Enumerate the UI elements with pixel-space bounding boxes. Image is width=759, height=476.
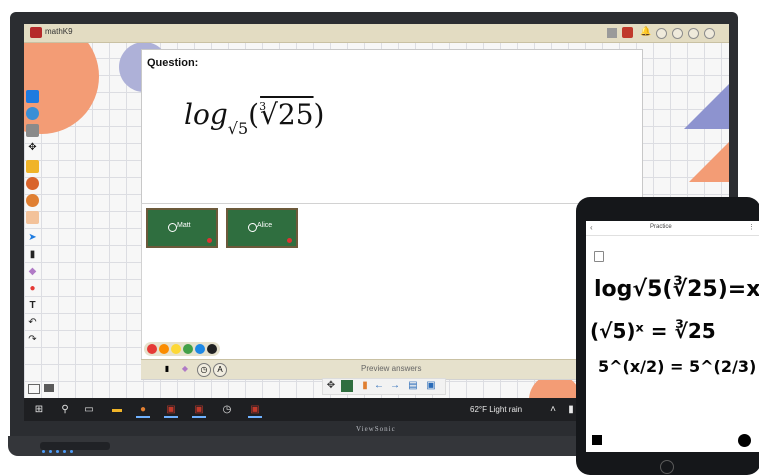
student-name: Matt [177,222,191,229]
start-icon[interactable]: ⊞ [32,403,46,416]
status-dot [287,238,292,243]
search-icon[interactable]: ⚲ [58,403,72,416]
close-icon[interactable] [704,28,715,39]
preview-answers-label[interactable]: Preview answers [361,364,421,373]
weather-status[interactable]: 62°F Light rain [470,405,522,414]
app-window-icon[interactable]: ▣ [164,403,178,418]
chevron-up-icon[interactable]: ˄ [546,403,560,416]
minimize-icon[interactable] [672,28,683,39]
next-arrow-icon[interactable]: → [389,380,401,392]
tablet-home-button[interactable] [660,460,674,474]
color-swatch-orange[interactable] [159,344,169,354]
formula-base: √5 [227,119,249,138]
question-card: Question: log√5(3√25) [141,49,643,205]
pen-icon[interactable]: ▮ [161,363,173,375]
prev-arrow-icon[interactable]: ← [373,380,385,392]
minimize-panel-icon[interactable] [44,384,54,392]
export-icon[interactable]: ▣ [425,380,437,392]
answer-icon[interactable]: A [213,363,227,377]
page-icon[interactable]: ▮ [359,380,371,392]
app-titlebar: mathK9 🔔 [24,24,729,43]
account-icon[interactable] [26,107,39,120]
formula-radical: √25 [260,98,314,131]
handwriting-line-3: 5^(x/2) = 5^(2/3) [598,357,757,376]
text-icon[interactable]: T [26,299,39,312]
slides-icon[interactable]: ▤ [407,380,419,392]
back-icon[interactable]: ‹ [590,223,593,232]
color-swatch-black[interactable] [592,435,602,445]
share-icon[interactable] [622,27,633,38]
tablet-title: Practice [650,224,672,230]
task-view-icon[interactable]: ▭ [82,403,96,416]
bell-icon[interactable]: 🔔 [640,26,651,37]
monitor-brand: ViewSonic [356,425,396,433]
document-icon[interactable] [594,251,604,262]
windows-icon[interactable] [26,90,39,103]
grid-icon[interactable] [607,28,617,38]
shapes-icon[interactable]: ● [26,282,39,295]
restore-icon[interactable] [688,28,699,39]
file-explorer-icon[interactable]: ▬ [110,403,124,416]
keyboard-icon[interactable] [28,384,40,394]
formula-close-paren: ) [313,98,325,131]
status-dot [207,238,212,243]
tablet-header: ‹ Practice ⋮ [586,221,759,236]
options-icon[interactable]: ⋮ [748,223,755,231]
chrome-icon[interactable]: ● [136,403,150,418]
student-name: Alice [257,222,273,229]
app-title: mathK9 [45,27,73,36]
navigation-strip: ✥ ▮ ← → ▤ ▣ [322,378,446,395]
redo-icon[interactable]: ↷ [26,333,39,346]
color-swatch-black[interactable] [207,344,217,354]
pointer-icon[interactable]: ➤ [26,231,39,244]
eraser-icon[interactable]: ◆ [26,265,39,278]
app-logo-icon [30,27,42,38]
color-palette [144,342,220,356]
handwriting-line-2: (√5)ˣ = ∛25 [590,319,716,343]
decor-purple-triangle [684,84,729,129]
student-card-alice[interactable]: Alice [226,208,298,248]
undo-icon[interactable]: ↶ [26,316,39,329]
move-icon[interactable]: ✥ [325,380,337,392]
decor-orange-triangle [689,142,729,182]
pen-button[interactable] [738,434,751,447]
screen-icon[interactable] [26,124,39,137]
formula-open-paren: ( [248,98,260,131]
marker-icon[interactable]: ▮ [26,248,39,261]
timer-icon[interactable]: ◷ [197,363,211,377]
color-swatch-red[interactable] [147,344,157,354]
question-formula: log√5(3√25) [184,98,324,138]
color-swatch-yellow[interactable] [171,344,181,354]
front-ports [40,442,110,453]
handwriting-line-1: log√5(∛25)=x [594,277,759,302]
mathk9-taskbar-icon[interactable]: ▣ [248,403,262,418]
board-icon[interactable] [341,380,353,392]
color-swatch-blue[interactable] [195,344,205,354]
move-icon[interactable]: ✥ [26,141,39,154]
formula-log: log [184,98,228,131]
folder-icon[interactable] [26,160,39,173]
tablet-screen: ‹ Practice ⋮ log√5(∛25)=x (√5)ˣ = ∛25 5^… [586,221,759,452]
globe-icon[interactable] [26,177,39,190]
browser-icon[interactable] [26,194,39,207]
question-label: Question: [147,57,199,69]
eraser-icon[interactable]: ◆ [179,363,191,375]
app-window-icon[interactable]: ▣ [192,403,206,418]
preview-bar: ▮ ◆ ◷ A Preview answers [141,359,577,379]
avatar-icon [168,223,177,232]
left-toolbar: ✥ ➤ ▮ ◆ ● T ↶ ↷ [26,90,40,360]
student-card-matt[interactable]: Matt [146,208,218,248]
hand-icon[interactable] [26,211,39,224]
clock-app-icon[interactable]: ◷ [220,403,234,416]
avatar-icon [248,223,257,232]
settings-icon[interactable] [656,28,667,39]
color-swatch-green[interactable] [183,344,193,354]
